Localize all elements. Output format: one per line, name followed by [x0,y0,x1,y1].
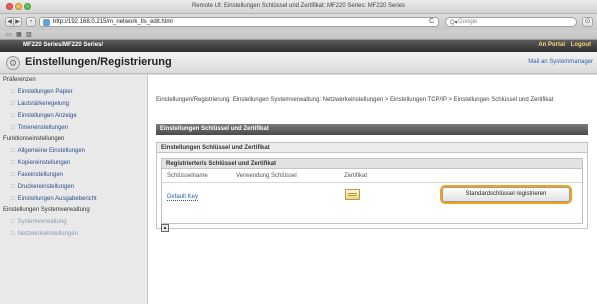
settings-gear-icon: ⚙ [6,56,20,70]
logout-link[interactable]: Logout [571,42,591,48]
sidebar-item-volume[interactable]: □ Lautstärkeregelung [0,98,147,110]
search-icon: Q▾ [450,20,458,26]
sidebar-item-network[interactable]: □ Netzwerkeinstellungen [0,228,147,240]
column-header-key-name: Schlüsselname [167,173,208,179]
column-header-certificate: Zertifikat [344,173,368,179]
bullet-icon: □ [11,125,15,131]
sidebar-item-report[interactable]: □ Einstellungen Ausgabebericht [0,193,147,205]
sidebar-item-label: Allgemeine Einstellungen [17,148,86,154]
page-title: Einstellungen Schlüssel und Zertifikat [156,124,588,135]
bookmarks-bar: ▭ ▦ ▥ [0,30,597,40]
registered-keys-box: Registrierter/s Schlüssel und Zertifikat… [161,158,583,224]
sidebar-item-display[interactable]: □ Einstellungen Anzeige [0,110,147,122]
sidebar-item-label: Einstellungen Ausgabebericht [17,196,97,202]
registered-keys-title: Registrierter/s Schlüssel und Zertifikat [162,159,582,169]
top-sites-icon[interactable]: ▦ [16,31,22,38]
table-divider [162,182,582,183]
scroll-top-icon[interactable]: ▲ [161,224,169,232]
bullet-icon: □ [11,184,15,190]
sidebar-item-label: Druckereinstellungen [17,184,74,190]
sidebar-item-label: Einstellungen Papier [17,89,73,95]
bullet-icon: □ [11,160,15,166]
sidebar-item-timer[interactable]: □ Timereinstellungen [0,122,147,134]
portal-link[interactable]: An Portal [538,42,565,48]
bookmarks-book-icon[interactable]: ▭ [6,31,12,38]
window-title: Remote UI: Einstellungen Schlüssel und Z… [191,3,406,9]
sidebar-item-fax[interactable]: □ Faxeinstellungen [0,169,147,181]
sidebar-group-label[interactable]: Funktionseinstellungen [0,134,147,145]
address-bar[interactable]: http://192.168.0.215/m_network_tls_edit.… [39,17,439,27]
site-icon [43,19,50,26]
bullet-icon: □ [11,113,15,119]
search-input[interactable]: Q▾ Google [445,17,577,27]
sidebar-item-printer[interactable]: □ Druckereinstellungen [0,181,147,193]
window-titlebar: Remote UI: Einstellungen Schlüssel und Z… [0,0,597,14]
default-key-link[interactable]: Default Key [167,194,199,201]
main-content: Einstellungen/Registrierung: Einstellung… [148,75,597,304]
bullet-icon: □ [11,196,15,202]
bullet-icon: □ [11,101,15,107]
reload-icon[interactable]: C [429,18,434,25]
box-title: Einstellungen Schlüssel und Zertifikat [157,143,587,153]
forward-button[interactable]: ▶ [13,17,22,27]
sidebar-item-label: Faxeinstellungen [17,172,63,178]
bullet-icon: □ [11,172,15,178]
breadcrumb: Einstellungen/Registrierung: Einstellung… [156,97,554,103]
bullet-icon: □ [11,219,15,225]
sidebar-item-label: Netzwerkeinstellungen [17,231,78,237]
add-bookmark-button[interactable]: + [26,17,36,27]
device-name: MF220 Series/MF220 Series/ [23,42,104,48]
sidebar-item-label: Lautstärkeregelung [17,101,69,107]
browser-toolbar: ◀ ▶ + http://192.168.0.215/m_network_tls… [0,14,597,30]
portal-links: An Portal Logout [538,42,591,48]
sidebar-item-paper[interactable]: □ Einstellungen Papier [0,86,147,98]
sidebar-group-label[interactable]: Präferenzen [0,75,147,86]
sidebar-item-label: Einstellungen Anzeige [17,113,77,119]
column-header-key-usage: Verwendung Schlüssel [236,173,297,179]
certificate-icon[interactable] [345,189,360,200]
section-title: Einstellungen/Registrierung [25,56,172,68]
bullet-icon: □ [11,148,15,154]
sidebar-item-system[interactable]: □ Systemverwaltung [0,216,147,228]
sidebar-group-label[interactable]: Einstellungen Systemverwaltung [0,205,147,216]
bookmarks-grid-icon[interactable]: ▥ [26,31,32,38]
sidebar-item-label: Systemverwaltung [17,219,67,225]
settings-box: Einstellungen Schlüssel und Zertifikat R… [156,142,588,229]
sidebar-item-label: Timereinstellungen [17,125,69,131]
bullet-icon: □ [11,89,15,95]
sidebar-item-copy[interactable]: □ Kopiereinstellungen [0,157,147,169]
bullet-icon: □ [11,231,15,237]
sidebar: Präferenzen □ Einstellungen Papier □ Lauts… [0,75,148,304]
page-header: MF220 Series/MF220 Series/ An Portal Log… [0,40,597,52]
url-text: http://192.168.0.215/m_network_tls_edit.… [53,19,173,25]
search-placeholder: Google [458,19,478,25]
new-tab-button[interactable]: ⊙ [582,17,593,27]
sidebar-item-label: Kopiereinstellungen [17,160,71,166]
section-bar: ⚙ Einstellungen/Registrierung Mail an Sy… [0,52,597,74]
sidebar-item-general[interactable]: □ Allgemeine Einstellungen [0,145,147,157]
register-default-key-button[interactable]: Standardschlüssel registrieren [442,187,570,202]
mail-to-admin-link[interactable]: Mail an Systemmanager [528,59,593,65]
